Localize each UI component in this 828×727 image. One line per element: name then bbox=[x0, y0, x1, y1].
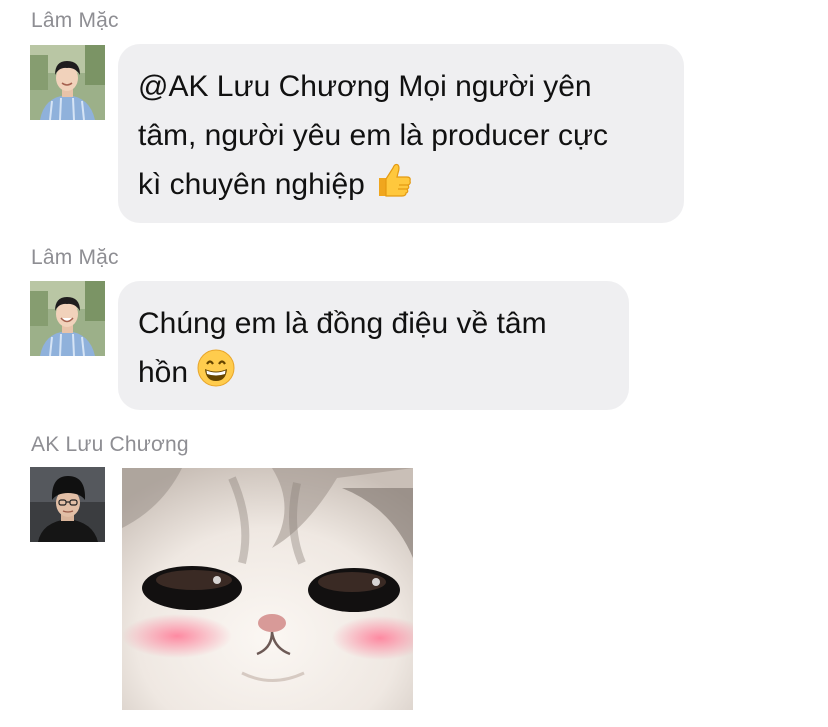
message-bubble[interactable]: Chúng em là đồng điệu về tâm hồn bbox=[118, 281, 629, 410]
thumbs-up-emoji bbox=[373, 160, 413, 200]
sender-name: AK Lưu Chương bbox=[31, 433, 189, 456]
message-line: hồn bbox=[138, 356, 189, 389]
message-line: Chúng em là đồng điệu về tâm bbox=[138, 307, 547, 340]
blushing-kitten-sticker[interactable] bbox=[122, 468, 413, 710]
kitten-sticker-image bbox=[122, 468, 413, 710]
sender-name: Lâm Mặc bbox=[31, 9, 119, 32]
sender-name: Lâm Mặc bbox=[31, 246, 119, 269]
boy-striped-shirt-avatar[interactable] bbox=[30, 281, 105, 356]
message-line-with-emoji: kì chuyên nghiệp bbox=[138, 160, 662, 209]
message-line: tâm, người yêu em là producer cực bbox=[138, 119, 609, 152]
avatar-image bbox=[30, 467, 105, 542]
message-bubble[interactable]: @AK Lưu Chương Mọi người yên tâm, người … bbox=[118, 44, 684, 223]
message-line: kì chuyên nghiệp bbox=[138, 168, 365, 201]
avatar-image bbox=[30, 45, 105, 120]
boy-striped-shirt-avatar[interactable] bbox=[30, 45, 105, 120]
message-line: @AK Lưu Chương Mọi người yên bbox=[138, 70, 592, 103]
boy-black-beanie-avatar[interactable] bbox=[30, 467, 105, 542]
avatar-image bbox=[30, 281, 105, 356]
message-line-with-emoji: hồn bbox=[138, 348, 607, 397]
grinning-face-emoji bbox=[196, 348, 236, 388]
